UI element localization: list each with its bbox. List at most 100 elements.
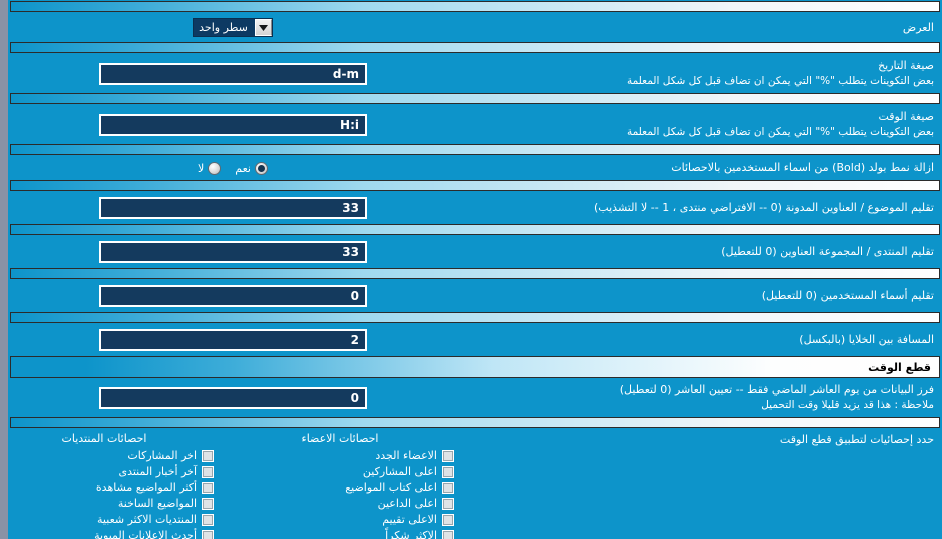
separator-2 bbox=[8, 93, 942, 107]
option-row-trim-usernames: تقليم أسماء المستخدمين (0 للتعطيل) bbox=[8, 281, 942, 312]
list-item[interactable]: اعلى الداعين bbox=[226, 497, 454, 510]
label-remove-bold-main: ازالة نمط بولد (Bold) من اسماء المستخدمي… bbox=[671, 161, 934, 175]
separator-3 bbox=[8, 144, 942, 158]
option-row-time-format: صيغة الوقت بعض التكوينات يتطلب "%" التي … bbox=[8, 106, 942, 144]
checkbox-label: اخر المشاركات bbox=[127, 449, 197, 463]
option-row-trim-thread-titles: تقليم الموضوع / العناوين المدونة (0 -- ا… bbox=[8, 193, 942, 224]
label-cell-spacing-main: المسافة بين الخلايا (بالبكسل) bbox=[799, 333, 934, 347]
separator-1 bbox=[8, 42, 942, 55]
label-time-format: صيغة الوقت بعض التكوينات يتطلب "%" التي … bbox=[458, 106, 942, 143]
list-item[interactable]: الاكثر شكراً bbox=[226, 529, 454, 539]
chevron-down-icon[interactable] bbox=[254, 19, 272, 36]
control-date-format bbox=[8, 59, 458, 89]
checkbox-list-member-stats: الاعضاء الجدد اعلى المشاركين اعلى كتاب ا… bbox=[226, 449, 454, 539]
label-date-format: صيغة التاريخ بعض التكوينات يتطلب "%" الت… bbox=[458, 55, 942, 92]
separator-4 bbox=[8, 180, 942, 194]
trim-thread-titles-input[interactable] bbox=[99, 197, 367, 220]
list-item[interactable]: اعلى المشاركين bbox=[226, 465, 454, 478]
control-trim-thread-titles bbox=[8, 193, 458, 223]
radio-no[interactable]: لا bbox=[198, 161, 222, 175]
label-trim-thread-titles-main: تقليم الموضوع / العناوين المدونة (0 -- ا… bbox=[594, 201, 934, 215]
radio-no-label: لا bbox=[198, 161, 205, 175]
radio-no-dot[interactable] bbox=[208, 161, 222, 175]
radio-yes-label: نعم bbox=[235, 161, 251, 175]
list-item[interactable]: اخر المشاركات bbox=[8, 449, 218, 463]
checkbox-icon[interactable] bbox=[202, 481, 214, 494]
checkbox-icon[interactable] bbox=[442, 529, 454, 539]
list-item[interactable]: أكثر المواضيع مشاهدة bbox=[8, 481, 218, 495]
checkbox-icon[interactable] bbox=[442, 513, 454, 526]
control-remove-bold: نعم لا bbox=[8, 158, 458, 179]
time-format-input[interactable] bbox=[99, 113, 367, 136]
list-item[interactable]: الاعلى تقييم bbox=[226, 513, 454, 526]
list-item[interactable]: المواضيع الساخنة bbox=[8, 497, 218, 511]
checkbox-icon[interactable] bbox=[202, 529, 214, 539]
checkbox-icon[interactable] bbox=[202, 497, 214, 510]
cell-spacing-input[interactable] bbox=[99, 329, 367, 352]
radio-yes[interactable]: نعم bbox=[235, 161, 268, 175]
list-item[interactable]: أحدث الإعلانات المبوبة bbox=[8, 529, 218, 539]
checkbox-label: الاعلى تقييم bbox=[382, 513, 437, 527]
control-display: سطر واحد bbox=[8, 14, 458, 41]
checkbox-icon[interactable] bbox=[442, 465, 454, 478]
list-item[interactable]: اعلى كتاب المواضيع bbox=[226, 481, 454, 494]
label-trim-usernames: تقليم أسماء المستخدمين (0 للتعطيل) bbox=[458, 285, 942, 307]
separator-5 bbox=[8, 224, 942, 238]
separator-top bbox=[8, 1, 942, 14]
list-item[interactable]: الاعضاء الجدد bbox=[226, 449, 454, 462]
section-title-time-cutoff: قطع الوقت bbox=[868, 360, 931, 374]
checkbox-column-member-stats: احصائات الاعضاء الاعضاء الجدد اعلى المشا… bbox=[222, 430, 458, 539]
option-row-cutoff-days: فرز البيانات من يوم العاشر الماضي فقط --… bbox=[8, 379, 942, 417]
checkbox-columns: احصائات الاعضاء الاعضاء الجدد اعلى المشا… bbox=[8, 430, 458, 539]
control-cutoff-days bbox=[8, 383, 458, 413]
section-header-time-cutoff: قطع الوقت bbox=[8, 355, 942, 380]
separator-8 bbox=[8, 417, 942, 431]
label-cell-spacing: المسافة بين الخلايا (بالبكسل) bbox=[458, 329, 942, 351]
list-item[interactable]: آخر أخبار المنتدى bbox=[8, 465, 218, 479]
control-cell-spacing bbox=[8, 325, 458, 355]
checkbox-label: أكثر المواضيع مشاهدة bbox=[95, 481, 197, 495]
date-format-input[interactable] bbox=[99, 62, 367, 85]
checkbox-icon[interactable] bbox=[202, 465, 214, 478]
option-row-remove-bold: ازالة نمط بولد (Bold) من اسماء المستخدمي… bbox=[8, 157, 942, 180]
radio-yes-dot[interactable] bbox=[255, 161, 268, 175]
label-checkbox-section: حدد إحصائيات لتطبيق قطع الوقت bbox=[779, 433, 934, 447]
checkbox-label: المواضيع الساخنة bbox=[117, 497, 197, 511]
control-trim-usernames bbox=[8, 281, 458, 311]
checkbox-icon[interactable] bbox=[442, 481, 454, 494]
option-row-display: العرض سطر واحد bbox=[8, 14, 942, 41]
checkbox-label: أحدث الإعلانات المبوبة bbox=[94, 529, 197, 539]
label-display: العرض bbox=[458, 17, 942, 39]
checkbox-icon[interactable] bbox=[442, 497, 454, 510]
label-cutoff-days-sub: ملاحظة : هذا قد يزيد قليلا وقت التحميل bbox=[761, 399, 934, 412]
label-trim-thread-titles: تقليم الموضوع / العناوين المدونة (0 -- ا… bbox=[458, 197, 942, 219]
cutoff-days-input[interactable] bbox=[99, 386, 367, 409]
label-time-format-main: صيغة الوقت bbox=[878, 110, 934, 124]
label-trim-forum-titles-main: تقليم المنتدى / المجموعة العناوين (0 للت… bbox=[721, 245, 934, 259]
list-item[interactable]: المنتديات الاكثر شعبية bbox=[8, 513, 218, 527]
checkbox-section: حدد إحصائيات لتطبيق قطع الوقت احصائات ال… bbox=[8, 430, 942, 539]
checkbox-icon[interactable] bbox=[202, 449, 214, 462]
checkbox-icon[interactable] bbox=[202, 513, 214, 526]
option-row-trim-forum-titles: تقليم المنتدى / المجموعة العناوين (0 للت… bbox=[8, 237, 942, 268]
checkbox-label: اعلى المشاركين bbox=[362, 465, 437, 479]
remove-bold-radio-group: نعم لا bbox=[198, 161, 268, 175]
trim-forum-titles-input[interactable] bbox=[99, 241, 367, 264]
checkbox-label: المنتديات الاكثر شعبية bbox=[97, 513, 197, 527]
control-time-format bbox=[8, 110, 458, 140]
checkbox-label: اعلى الداعين bbox=[377, 497, 437, 511]
checkbox-label: آخر أخبار المنتدى bbox=[118, 465, 197, 479]
checkbox-label: اعلى كتاب المواضيع bbox=[345, 481, 437, 495]
label-date-format-sub: بعض التكوينات يتطلب "%" التي يمكن ان تضا… bbox=[626, 74, 934, 87]
option-row-date-format: صيغة التاريخ بعض التكوينات يتطلب "%" الت… bbox=[8, 55, 942, 93]
label-date-format-main: صيغة التاريخ bbox=[878, 59, 934, 72]
admin-options-window: العرض سطر واحد صيغة التاريخ بعض التكوينا… bbox=[0, 0, 942, 539]
option-row-cell-spacing: المسافة بين الخلايا (بالبكسل) bbox=[8, 325, 942, 356]
display-select[interactable]: سطر واحد bbox=[193, 18, 273, 37]
checkbox-column-member-stats-title: احصائات الاعضاء bbox=[301, 432, 379, 446]
separator-7 bbox=[8, 312, 942, 326]
trim-usernames-input[interactable] bbox=[99, 285, 367, 308]
label-cutoff-days-main: فرز البيانات من يوم العاشر الماضي فقط --… bbox=[619, 383, 934, 397]
checkbox-icon[interactable] bbox=[442, 449, 454, 462]
label-trim-usernames-main: تقليم أسماء المستخدمين (0 للتعطيل) bbox=[761, 289, 934, 303]
